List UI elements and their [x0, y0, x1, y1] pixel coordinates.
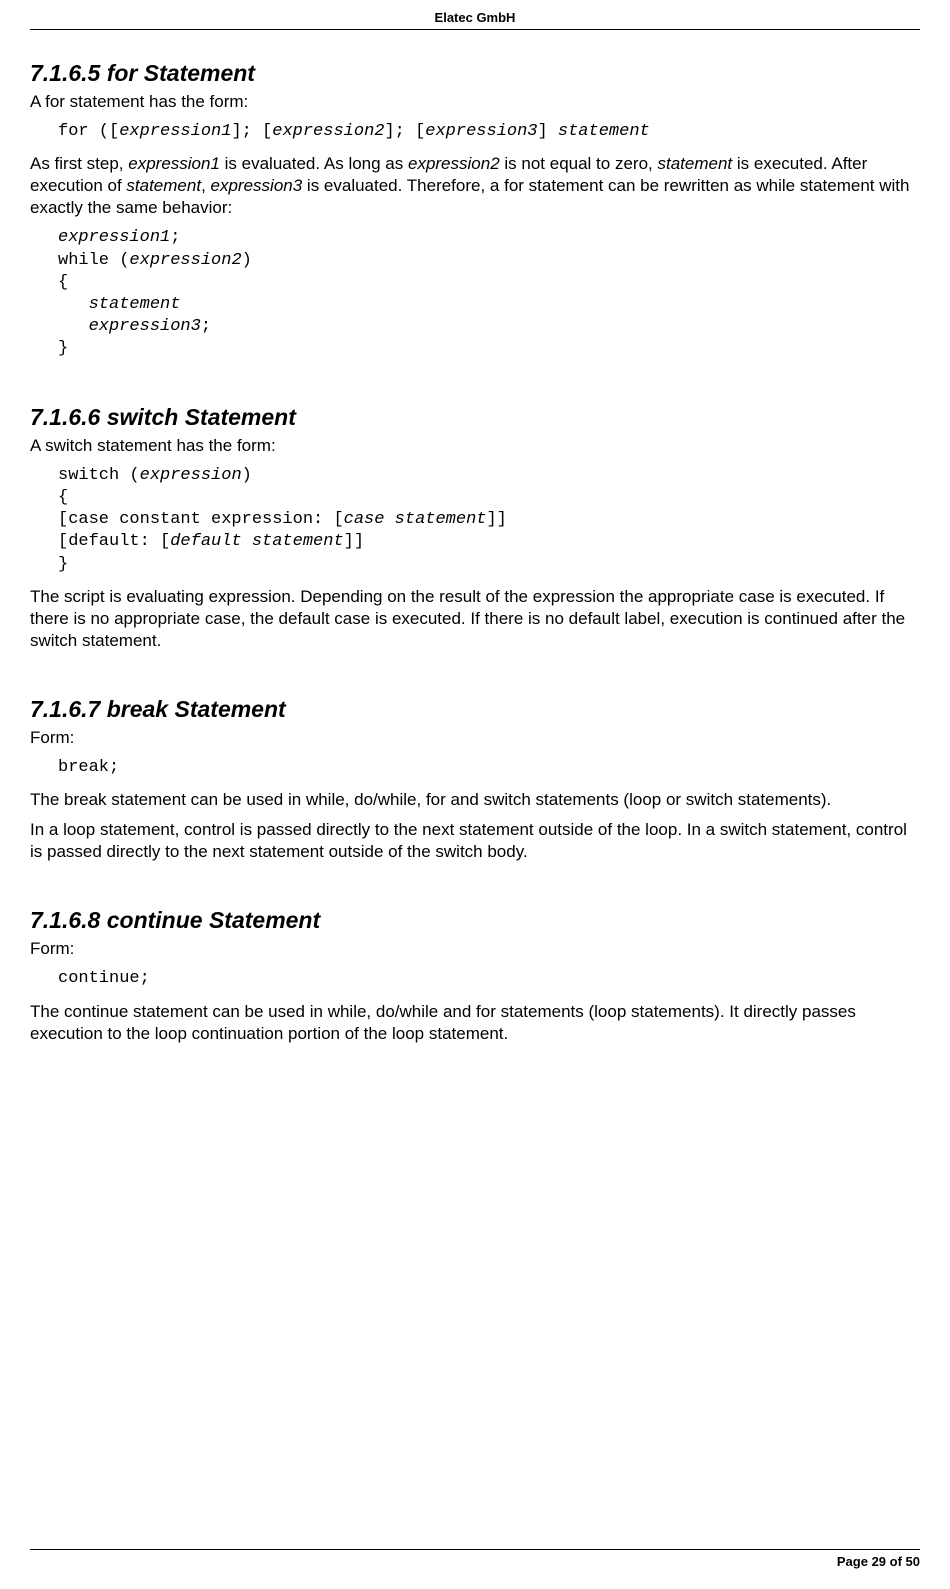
footer-page-number: Page 29 of 50: [837, 1554, 920, 1569]
continue-description: The continue statement can be used in wh…: [30, 1001, 920, 1045]
code-text: break;: [58, 758, 119, 777]
break-syntax-code: break;: [58, 757, 920, 779]
code-italic: expression2: [129, 251, 241, 270]
code-italic: expression2: [272, 122, 384, 141]
page-content: 7.1.6.5 for Statement A for statement ha…: [30, 30, 920, 1045]
code-text: ): [242, 466, 252, 485]
code-italic: expression3: [425, 122, 537, 141]
code-text: }: [58, 555, 68, 574]
code-text: for ([: [58, 122, 119, 141]
text-run: is not equal to zero,: [500, 154, 658, 173]
for-intro: A for statement has the form:: [30, 91, 920, 113]
switch-intro: A switch statement has the form:: [30, 435, 920, 457]
code-text: [58, 295, 89, 314]
heading-continue-statement: 7.1.6.8 continue Statement: [30, 907, 920, 934]
text-run: ,: [201, 176, 210, 195]
code-italic: expression3: [89, 317, 201, 336]
for-description: As first step, expression1 is evaluated.…: [30, 153, 920, 219]
for-equivalent-code: expression1; while (expression2) { state…: [58, 227, 920, 360]
continue-syntax-code: continue;: [58, 968, 920, 990]
code-text: [default: [: [58, 532, 170, 551]
break-form-label: Form:: [30, 727, 920, 749]
code-italic: statement: [558, 122, 650, 141]
heading-for-statement: 7.1.6.5 for Statement: [30, 60, 920, 87]
page-container: Elatec GmbH 7.1.6.5 for Statement A for …: [0, 0, 950, 1589]
code-italic: expression: [140, 466, 242, 485]
heading-break-statement: 7.1.6.7 break Statement: [30, 696, 920, 723]
text-italic: statement: [126, 176, 201, 195]
code-text: ]; [: [231, 122, 272, 141]
text-italic: expression3: [211, 176, 303, 195]
continue-form-label: Form:: [30, 938, 920, 960]
code-italic: default statement: [170, 532, 343, 551]
break-description-2: In a loop statement, control is passed d…: [30, 819, 920, 863]
switch-syntax-code: switch (expression) { [case constant exp…: [58, 465, 920, 575]
code-text: ]: [538, 122, 558, 141]
code-text: {: [58, 488, 68, 507]
text-italic: statement: [657, 154, 732, 173]
code-text: {: [58, 273, 68, 292]
code-italic: expression1: [119, 122, 231, 141]
code-text: ]; [: [384, 122, 425, 141]
text-italic: expression2: [408, 154, 500, 173]
text-italic: expression1: [128, 154, 220, 173]
for-syntax-code: for ([expression1]; [expression2]; [expr…: [58, 121, 920, 143]
code-text: switch (: [58, 466, 140, 485]
code-italic: expression1: [58, 228, 170, 247]
page-header: Elatec GmbH: [30, 10, 920, 30]
header-company: Elatec GmbH: [435, 10, 516, 25]
code-text: ;: [201, 317, 211, 336]
code-text: ;: [170, 228, 180, 247]
heading-switch-statement: 7.1.6.6 switch Statement: [30, 404, 920, 431]
code-italic: statement: [89, 295, 181, 314]
text-run: is evaluated. As long as: [220, 154, 408, 173]
code-text: }: [58, 339, 68, 358]
code-text: [case constant expression: [: [58, 510, 344, 529]
switch-description: The script is evaluating expression. Dep…: [30, 586, 920, 652]
code-text: while (: [58, 251, 129, 270]
code-text: [58, 317, 89, 336]
text-run: As first step,: [30, 154, 128, 173]
code-text: continue;: [58, 969, 150, 988]
code-italic: case statement: [344, 510, 487, 529]
code-text: ]]: [486, 510, 506, 529]
code-text: ]]: [344, 532, 364, 551]
code-text: ): [242, 251, 252, 270]
page-footer: Page 29 of 50: [30, 1549, 920, 1569]
break-description-1: The break statement can be used in while…: [30, 789, 920, 811]
